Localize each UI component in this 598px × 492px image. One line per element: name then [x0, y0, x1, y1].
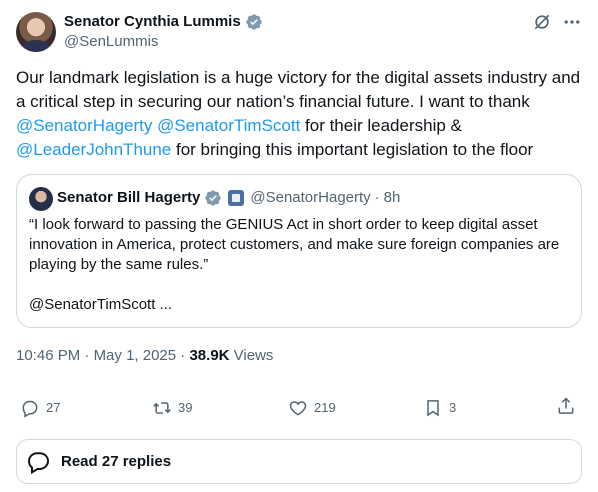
read-replies-button[interactable]: Read 27 replies	[16, 439, 582, 484]
share-icon	[558, 397, 574, 414]
meta-separator: ·	[80, 347, 94, 364]
quoted-tweet-truncated: @SenatorTimScott ...	[29, 296, 173, 313]
retweet-icon	[153, 402, 171, 414]
quoted-tweet[interactable]: Senator Bill Hagerty @SenatorHagerty · 8…	[16, 174, 582, 328]
tweet-text-part: for their leadership &	[300, 116, 462, 135]
bookmark-icon	[427, 400, 439, 417]
like-count: 219	[314, 400, 336, 415]
tweet-time[interactable]: 10:46 PM	[16, 347, 80, 364]
quoted-author-display-name: Senator Bill Hagerty	[57, 189, 201, 206]
reply-icon	[22, 400, 38, 418]
verified-badge-icon[interactable]	[245, 13, 263, 31]
quoted-timestamp: 8h	[383, 189, 401, 206]
views-count[interactable]: 38.9K	[189, 347, 229, 364]
author-display-name[interactable]: Senator Cynthia Lummis	[64, 12, 241, 32]
mention-leaderjohnthune-link[interactable]: @LeaderJohnThune	[16, 140, 171, 159]
author-avatar[interactable]	[16, 12, 56, 52]
tweet-meta: 10:46 PM · May 1, 2025 · 38.9K Views	[16, 346, 273, 366]
quoted-separator: ·	[374, 189, 380, 206]
tweet-date[interactable]: May 1, 2025	[94, 347, 177, 364]
top-icons	[532, 12, 582, 32]
like-icon	[289, 401, 307, 416]
quoted-author-handle: @SenatorHagerty	[250, 189, 371, 206]
like-button[interactable]: 219	[288, 396, 336, 420]
tweet-text-part: for bringing this important legislation …	[171, 140, 534, 159]
author-name-row: Senator Cynthia Lummis	[64, 12, 263, 32]
mention-senatorhagerty-link[interactable]: @SenatorHagerty	[16, 116, 152, 135]
more-icon[interactable]	[562, 12, 582, 32]
author-handle[interactable]: @SenLummis	[64, 32, 158, 52]
reply-count: 27	[46, 400, 61, 415]
government-badge-icon	[228, 190, 245, 206]
mention-senatortimscott-link[interactable]: @SenatorTimScott	[157, 116, 300, 135]
read-replies-label: Read 27 replies	[61, 453, 172, 470]
quoted-author-avatar	[29, 187, 53, 211]
replies-bubble-icon	[27, 451, 50, 474]
bookmark-count: 3	[449, 400, 457, 415]
retweet-count: 39	[178, 400, 193, 415]
retweet-button[interactable]: 39	[152, 396, 192, 420]
tweet-text-part: Our landmark legislation is a huge victo…	[16, 68, 581, 111]
action-bar: 27 39 219 3	[16, 396, 582, 420]
verified-badge-icon	[205, 190, 222, 206]
views-label: Views	[229, 347, 274, 364]
reply-button[interactable]: 27	[20, 396, 60, 420]
share-button[interactable]	[556, 396, 576, 416]
grok-icon[interactable]	[532, 12, 552, 32]
quoted-tweet-header: Senator Bill Hagerty @SenatorHagerty · 8…	[57, 188, 400, 208]
bookmark-button[interactable]: 3	[423, 396, 456, 420]
tweet-text: Our landmark legislation is a huge victo…	[16, 66, 582, 162]
quoted-tweet-text: “I look forward to passing the GENIUS Ac…	[29, 216, 560, 273]
meta-separator: ·	[176, 347, 190, 364]
